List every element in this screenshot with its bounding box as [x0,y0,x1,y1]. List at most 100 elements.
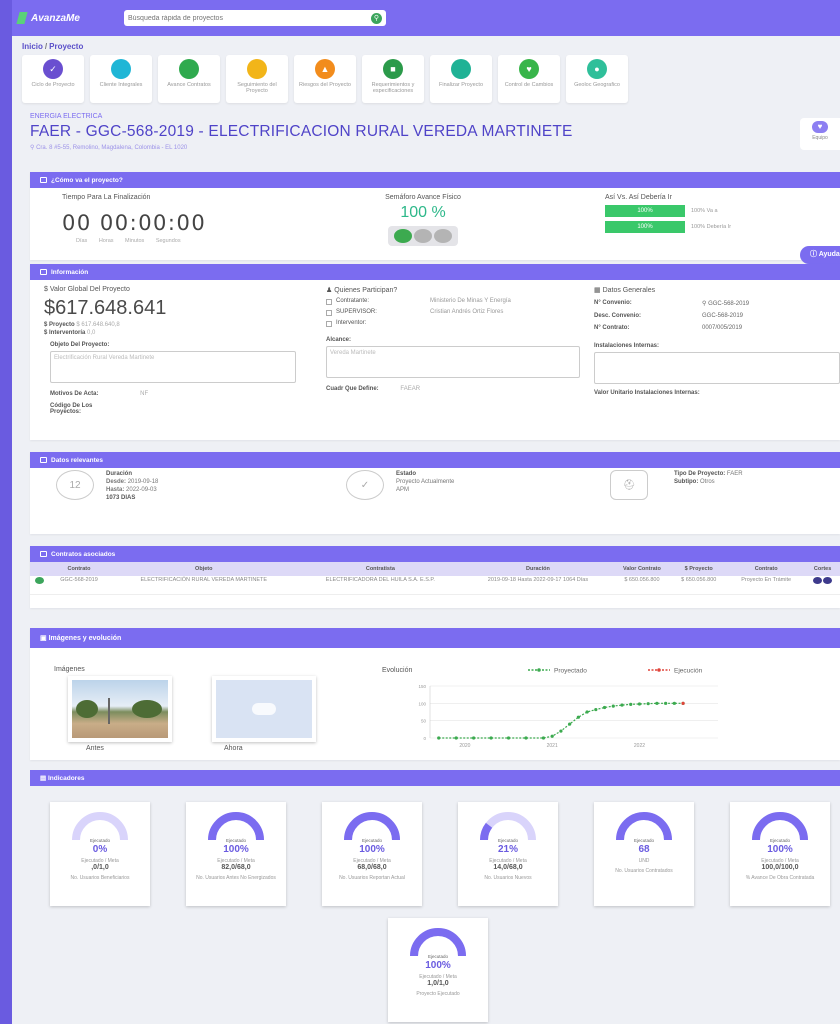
chart-title: Evolución [382,667,412,674]
team-label: Equipo [812,135,828,141]
search-input[interactable] [128,14,371,22]
contracts-panel-header[interactable]: Contratos asociados [30,546,840,562]
module-tile[interactable]: ● Geoloc Geografico [566,55,628,103]
module-tile[interactable]: ■ Requerimientos y especificaciones [362,55,424,103]
table-row[interactable]: GGC-568-2019 ELECTRIFICACIÓN RURAL VEREDA… [30,576,840,595]
indicators-panel-header[interactable]: ▤ Indicadores [30,770,840,786]
contracts-table-header: Contrato Objeto Contratista Duración Valor C… [30,562,840,576]
progress-comparison-label: Así Vs. Así Debería Ir [605,194,672,201]
photo-before [72,680,168,738]
app-window: AvanzaMe ⚲ Inicio/Proyecto ✓ Ciclo de Pro… [12,0,840,1024]
indicator-card[interactable]: Ejecutado 100% Ejecutado / Meta 100,0/100,0… [730,802,830,906]
column-header[interactable]: Contrato [48,562,110,576]
data-point [602,705,607,710]
search-box: ⚲ [124,10,386,26]
legend-label[interactable]: Ejecución [674,668,703,675]
module-tile[interactable]: ▲ Riesgos del Proyecto [294,55,356,103]
image-before[interactable] [68,676,172,742]
indicator-card[interactable]: Ejecutado 100% Ejecutado / Meta 1,0/1,0 Proy… [388,918,488,1022]
role-label: Contratante: [336,298,370,304]
datos-label: ▦ Datos Generales [594,287,656,294]
legend-label[interactable]: Proyectado [554,668,587,675]
gauge-fill [616,812,672,841]
info-col-participants: ♟ Quienes Participan? Contratante: Minist… [326,286,588,392]
module-icon: ● [587,59,607,79]
data-point [437,736,441,740]
gauge: Ejecutado [344,812,400,843]
estado-text: Estado Proyecto Actualmente APM [396,470,454,500]
indicator-card[interactable]: Ejecutado 100% Ejecutado / Meta 68,0/68,0 No… [322,802,422,906]
cell-proyecto: $ 650.056.800 [670,576,728,595]
role-checkbox[interactable] [326,310,332,316]
indicator-card[interactable]: Ejecutado 0% Ejecutado / Meta ,0/1,0 No. Usu… [50,802,150,906]
alcance-field[interactable]: Vereda Martinete [326,346,580,378]
module-tile[interactable]: Seguimiento del Proyecto [226,55,288,103]
status-panel-header[interactable]: ¿Cómo va el proyecto? [30,172,840,188]
check-circle-icon: ✓ [346,470,384,500]
tipo-label: Tipo De Proyecto: [674,471,726,477]
semaforo: Semáforo Avance Físico 100 % [378,194,468,246]
valor-label: $ Valor Global Del Proyecto [44,286,130,293]
semaforo-label: Semáforo Avance Físico [385,194,461,201]
convenio-value[interactable]: ⚲ GGC-568-2019 [702,300,749,307]
breadcrumb-home[interactable]: Inicio [22,42,43,51]
column-header[interactable]: Contratista [298,562,463,576]
role-checkbox[interactable] [326,321,332,327]
valor-amount: $617.648.641 [44,297,167,319]
help-button[interactable]: ⓘ Ayuda [800,246,840,264]
convenio-row: N° Convenio: ⚲ GGC-568-2019 [594,300,840,307]
legend-marker [657,668,661,672]
team-button[interactable]: ♥ Equipo [800,118,840,150]
column-header[interactable] [30,562,49,576]
cuadr-line: Cuadr Que Define: FAEAR [326,386,588,392]
indicator-card[interactable]: Ejecutado 21% Ejecutado / Meta 14,0/68,0 No.… [458,802,558,906]
module-tile[interactable]: ✓ Ciclo de Proyecto [22,55,84,103]
gauge-status: Ejecutado [428,954,449,959]
x-tick-label: 2022 [634,743,645,749]
duration-label: Duración [106,471,133,477]
cortes-action-icon[interactable] [812,577,822,584]
convenio-value-text: GGC-568-2019 [708,301,750,307]
column-header[interactable]: Cortes [805,562,840,576]
search-icon[interactable]: ⚲ [371,12,382,24]
indicator-card[interactable]: Ejecutado 100% Ejecutado / Meta 82,0/68,0 No… [186,802,286,906]
app-logo[interactable]: AvanzaMe [16,12,118,24]
panel-icon [40,457,47,463]
cortes-action-icon[interactable] [822,577,832,584]
role-row: SUPERVISOR: Cristian Andrés Ortiz Flores [326,309,588,316]
role-checkbox[interactable] [326,299,332,305]
images-panel-header[interactable]: ▣ Imágenes y evolución [30,628,840,648]
objeto-field[interactable]: Electrificación Rural Vereda Martinete [50,351,296,383]
cell-estado: Proyecto En Trámite [727,576,806,595]
instal-field[interactable] [594,352,840,384]
column-header[interactable]: Duración [462,562,614,576]
cell-contrato: GGC-568-2019 [48,576,110,595]
data-point [506,736,511,740]
module-tile[interactable]: Avance Contratos [158,55,220,103]
module-tile[interactable]: Cliente Integrales [90,55,152,103]
progress-bar-expected: 100% 100% Debería Ir [605,221,731,233]
column-header[interactable]: Objeto [109,562,299,576]
column-header[interactable]: Valor Contrato [613,562,671,576]
module-tile[interactable]: ♥ Control de Cambios [498,55,560,103]
column-header[interactable]: Contrato [727,562,806,576]
info-panel-title: Información [51,268,89,276]
estado-block: ✓ Estado Proyecto Actualmente APM [346,470,454,500]
column-header[interactable]: $ Proyecto [670,562,728,576]
project-address: ⚲ Cra. 8 #5-55, Remolino, Magdalena, Col… [30,145,188,151]
tipo-text: Tipo De Proyecto: FAER Subtipo: Otros [674,470,743,500]
semaforo-percent: 100 % [400,204,446,221]
data-point [646,702,650,706]
module-tile[interactable]: Finalizar Proyecto [430,55,492,103]
roles-list: Contratante: Ministerio De Minas Y Energí… [326,298,588,327]
help-label: Ayuda [818,251,840,258]
image-after[interactable] [212,676,316,742]
indicator-card[interactable]: Ejecutado 68 UND No. Usuarios Contratados [594,802,694,906]
relevant-panel-header[interactable]: Datos relevantes [30,452,840,468]
desc-value: GGC-568-2019 [702,313,744,319]
semaforo-light [414,229,432,243]
module-label: Avance Contratos [167,82,211,88]
info-panel-header[interactable]: Información [30,264,840,280]
indicator-value: 68,0/68,0 [357,864,387,871]
module-label: Finalizar Proyecto [438,82,484,88]
